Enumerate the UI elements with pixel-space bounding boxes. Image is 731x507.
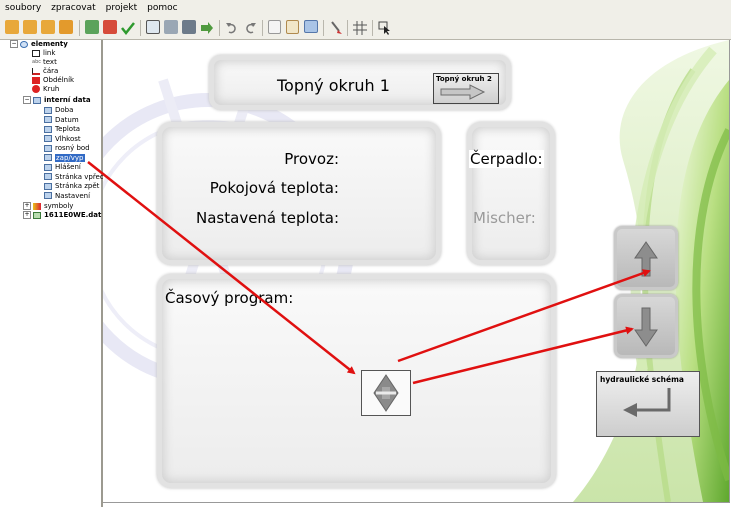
monitor-icon[interactable] (146, 20, 160, 34)
new-folder-icon[interactable] (5, 20, 19, 34)
data-item-icon (44, 163, 52, 171)
rectangle-icon (32, 76, 40, 84)
data-item-icon (44, 154, 52, 161)
menu-pomoc[interactable]: pomoc (142, 0, 182, 13)
cursor-icon[interactable] (378, 20, 392, 35)
tree-item-text[interactable]: abc text (32, 58, 57, 67)
data-item-icon (44, 125, 52, 133)
pokojova-teplota-label: Pokojová teplota: (209, 179, 339, 197)
screen-icon[interactable] (182, 20, 196, 34)
symbols-icon (33, 202, 41, 210)
copy-icon[interactable] (268, 20, 281, 34)
tree-node-internal-data[interactable]: − interní data (23, 96, 91, 105)
collapse-icon[interactable]: − (23, 96, 31, 104)
tree-item-link[interactable]: link (32, 49, 55, 58)
dat-import-icon[interactable] (85, 20, 99, 34)
element-tree: − elementy link abc text čára Obdélník Kru… (0, 40, 104, 507)
pump-panel (467, 122, 555, 265)
tree-node-file[interactable]: +1611E0WE.dat (23, 211, 101, 220)
check-icon[interactable] (121, 20, 135, 36)
data-item-icon (44, 135, 52, 142)
data-item-icon (44, 173, 52, 180)
tree-item-circle[interactable]: Kruh (32, 85, 59, 94)
arrow-right-icon (440, 84, 486, 100)
data-item-icon (44, 116, 52, 123)
expand-icon[interactable]: + (23, 202, 31, 210)
folder-icon[interactable] (41, 20, 55, 34)
tree-item-rectangle[interactable]: Obdélník (32, 76, 74, 85)
tree-item-zap-vyp[interactable]: zap/vyp (44, 153, 85, 163)
save-icon[interactable] (59, 20, 73, 34)
next-page-button[interactable]: Topný okruh 2 (433, 73, 499, 104)
image-icon[interactable] (304, 20, 318, 33)
data-item-icon (44, 192, 52, 199)
text-icon: abc (32, 58, 41, 65)
tree-item-stranka-zpet[interactable]: Stránka zpět (44, 182, 99, 191)
nastavena-teplota-label: Nastavená teplota: (196, 209, 339, 227)
tree-item-stranka-vpred[interactable]: Stránka vpřed (44, 173, 104, 182)
dat-export-icon[interactable] (103, 20, 117, 34)
paste-icon[interactable] (286, 20, 299, 34)
tree-node-symboly[interactable]: + symboly (23, 202, 73, 211)
menu-soubory[interactable]: soubory (0, 0, 46, 13)
data-item-icon (44, 144, 52, 152)
page-title: Topný okruh 1 (277, 76, 390, 95)
redo-icon[interactable] (243, 20, 257, 34)
circle-icon (32, 85, 40, 93)
tree-item-teplota[interactable]: Teplota (44, 125, 80, 134)
menu-projekt[interactable]: projekt (101, 0, 143, 13)
arrow-up-icon (634, 241, 658, 277)
menu-bar: soubory zpracovat projekt pomoc (0, 0, 731, 18)
data-item-icon (44, 182, 52, 190)
scroll-up-button[interactable] (614, 226, 678, 290)
globe-icon (20, 40, 28, 48)
brush-icon[interactable] (329, 20, 343, 34)
toolbar (0, 17, 731, 40)
line-icon (32, 67, 40, 75)
arrow-down-icon (634, 307, 658, 347)
return-arrow-icon (623, 388, 671, 417)
copy-screen-icon[interactable] (164, 20, 178, 34)
collapse-icon[interactable]: − (10, 40, 18, 48)
expand-icon[interactable]: + (23, 211, 31, 219)
undo-icon[interactable] (225, 20, 239, 34)
toggle-arrows-icon (373, 374, 399, 412)
hydraulic-schema-button[interactable]: hydraulické schéma (596, 371, 700, 437)
design-canvas[interactable]: Topný okruh 1 Topný okruh 2 Provoz: Poko… (103, 40, 730, 503)
data-folder-icon (33, 96, 41, 104)
cerpadlo-label: Čerpadlo: (469, 150, 544, 168)
menu-zpracovat[interactable]: zpracovat (46, 0, 100, 13)
tree-item-nastaveni[interactable]: Nastavení (44, 192, 90, 201)
tree-node-elementy[interactable]: − elementy (10, 40, 68, 49)
data-item-icon (44, 106, 52, 114)
next-page-label: Topný okruh 2 (436, 75, 492, 83)
tree-item-datum[interactable]: Datum (44, 116, 79, 125)
link-icon (32, 49, 40, 57)
tree-item-line[interactable]: čára (32, 67, 58, 76)
casovy-program-label: Časový program: (165, 289, 294, 307)
tree-item-vlhkost[interactable]: Vlhkost (44, 135, 81, 144)
on-off-toggle[interactable] (361, 370, 411, 416)
scroll-down-button[interactable] (614, 294, 678, 358)
forward-arrow-icon[interactable] (200, 20, 214, 34)
tree-item-rosny-bod[interactable]: rosný bod (44, 144, 90, 153)
grid-icon[interactable] (353, 20, 367, 35)
mischer-label: Mischer: (473, 209, 536, 227)
provoz-label: Provoz: (284, 150, 339, 168)
tree-item-hlaseni[interactable]: Hlášení (44, 163, 81, 172)
file-icon (33, 211, 41, 219)
tree-item-doba[interactable]: Doba (44, 106, 73, 115)
open-folder-icon[interactable] (23, 20, 37, 34)
